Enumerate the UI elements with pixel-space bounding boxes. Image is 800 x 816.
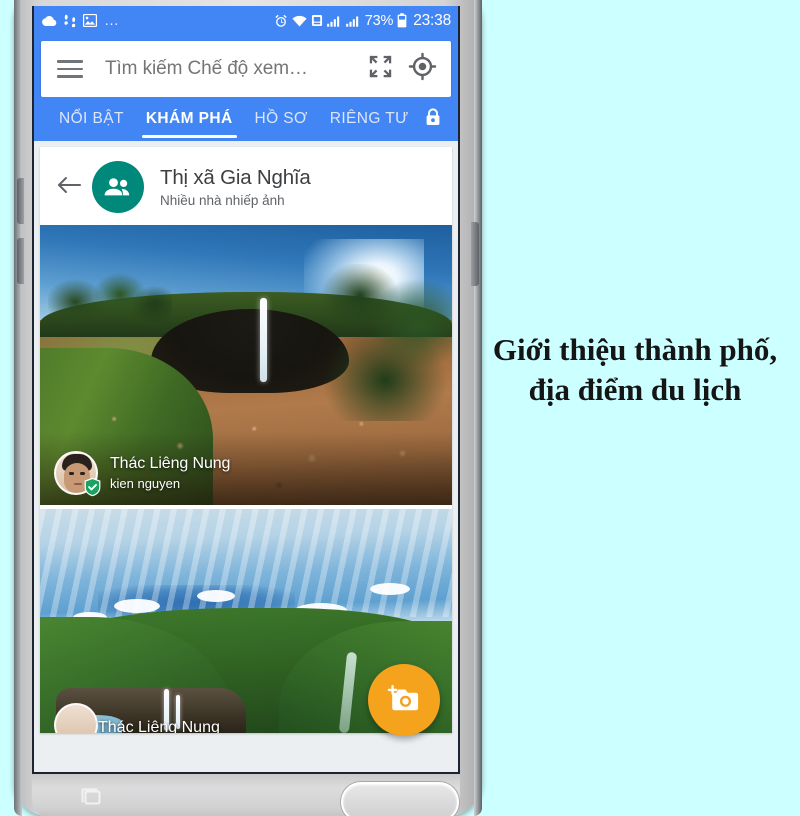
status-bar-left-icons: … [40, 11, 120, 29]
feed-card: Thị xã Gia Nghĩa Nhiều nhà nhiếp ảnh Thá… [40, 147, 452, 733]
people-group-icon [92, 161, 144, 213]
photo-author: kien nguyen [110, 476, 181, 491]
lock-icon [424, 107, 442, 132]
home-button[interactable] [341, 782, 459, 816]
image-icon [83, 14, 97, 27]
side-caption: Giới thiệu thành phố, địa điểm du lịch [470, 330, 800, 409]
back-arrow-icon[interactable] [56, 174, 82, 201]
photo-cloud [196, 589, 235, 602]
card-header: Thị xã Gia Nghĩa Nhiều nhà nhiếp ảnh [40, 147, 452, 225]
add-camera-icon [387, 685, 419, 711]
card-header-text: Thị xã Gia Nghĩa Nhiều nhà nhiếp ảnh [160, 166, 311, 208]
battery-percent-label: 73% [364, 12, 394, 29]
phone-screen: … 73% 23:38 Tìm kiếm Chế độ xem… NỔI BẬT… [32, 6, 460, 774]
recents-icon[interactable] [78, 786, 104, 808]
hamburger-menu-icon[interactable] [57, 60, 83, 78]
page-title: Thị xã Gia Nghĩa [160, 166, 311, 189]
wifi-icon [292, 15, 307, 26]
tab-kham-pha[interactable]: KHÁM PHÁ [135, 97, 244, 141]
status-bar-right-icons: 73% 23:38 [274, 12, 451, 30]
verified-shield-check-icon [84, 477, 101, 497]
photo-card-waterfall-cave[interactable]: Thác Liêng Nung kien nguyen [40, 225, 452, 505]
photo-trees-left [48, 269, 172, 332]
footprints-icon [64, 14, 76, 27]
volume-down-button[interactable] [17, 238, 24, 284]
photo-title: Thác Liêng Nung [110, 455, 231, 472]
photo-cloud [369, 582, 410, 595]
status-clock: 23:38 [413, 11, 451, 29]
photo-attribution-text: Thác Liêng Nung kien nguyen [110, 455, 230, 491]
side-caption-line-2: địa điểm du lịch [528, 371, 742, 407]
signal-bars-icon [326, 15, 339, 27]
power-button[interactable] [471, 222, 479, 286]
tab-ho-so[interactable]: HỒ SƠ [244, 97, 319, 141]
photo-title: Thác Liêng Nung [98, 719, 220, 733]
tab-noi-bat[interactable]: NỔI BẬT [48, 97, 135, 141]
tab-rieng-tu[interactable]: RIÊNG TƯ [319, 97, 420, 141]
photo-attribution: Thác Liêng Nung kien nguyen [54, 451, 230, 497]
phone-left-bezel [14, 0, 22, 816]
cloud-icon [42, 15, 57, 26]
tab-bar: NỔI BẬT KHÁM PHÁ HỒ SƠ RIÊNG TƯ [34, 97, 458, 141]
mobile-data-icon [311, 14, 322, 27]
app-bar [34, 35, 458, 97]
status-more-ellipsis-icon: … [104, 11, 120, 29]
photo-waterfall [260, 297, 268, 382]
battery-icon [397, 13, 407, 28]
search-input[interactable] [105, 58, 353, 80]
signal-bars-icon [345, 15, 358, 27]
photo-cloud [114, 598, 161, 613]
search-bar[interactable] [41, 41, 451, 97]
add-camera-fab-button[interactable] [368, 664, 440, 736]
fullscreen-expand-icon[interactable] [367, 53, 394, 85]
status-bar: … 73% 23:38 [34, 6, 458, 35]
volume-up-button[interactable] [17, 178, 24, 224]
side-caption-line-1: Giới thiệu thành phố, [492, 332, 778, 367]
photo-cloud-streaks [40, 509, 452, 617]
avatar[interactable] [54, 451, 101, 497]
page-subtitle: Nhiều nhà nhiếp ảnh [160, 193, 285, 208]
my-location-icon[interactable] [408, 52, 437, 86]
alarm-icon [275, 14, 287, 27]
